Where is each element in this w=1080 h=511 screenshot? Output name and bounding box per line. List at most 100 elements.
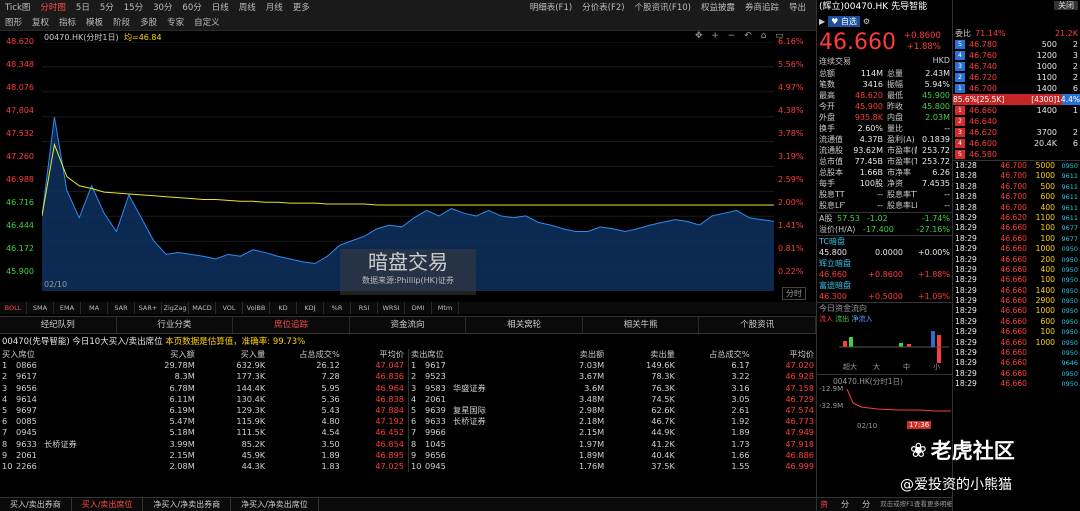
table-row[interactable]: 7 0945 5.18M 111.5K 4.54 46.452: [0, 427, 406, 438]
indicator-tab[interactable]: DMI: [405, 302, 432, 314]
period-tab[interactable]: 月线: [261, 0, 288, 15]
stat-row: 流通股93.62M市盈率(静)253.72: [819, 146, 950, 155]
bottom-tab[interactable]: 净买入/净卖出席位: [231, 498, 319, 511]
period-tab[interactable]: 更多: [288, 0, 315, 15]
community-watermark: ❀ 老虎社区: [910, 438, 1015, 463]
panel-tab[interactable]: 个股资讯: [699, 317, 817, 333]
indicator-tab[interactable]: Mtm: [432, 302, 459, 314]
indicator-tab[interactable]: MACD: [189, 302, 216, 314]
table-row[interactable]: 8 9633 长桥证券 3.99M 85.2K 3.50 46.854: [0, 439, 406, 450]
right-menu-item[interactable]: 权益披露: [696, 0, 740, 15]
side-tab[interactable]: 分价: [838, 498, 859, 511]
indicator-tab[interactable]: ZigZag: [162, 302, 189, 314]
prev-icon[interactable]: ▶: [819, 17, 825, 26]
tool-menu-item[interactable]: 专家: [162, 15, 189, 30]
tool-menu-item[interactable]: 阶段: [108, 15, 135, 30]
table-row[interactable]: 8 1045 1.97M 41.2K 1.73 47.918: [409, 439, 816, 450]
book-level[interactable]: 3 46.740 1000 2: [953, 61, 1080, 72]
tool-menu-item[interactable]: 模板: [81, 15, 108, 30]
table-row[interactable]: 6 0085 5.47M 115.9K 4.80 47.192: [0, 416, 406, 427]
period-tab[interactable]: 30分: [148, 0, 177, 15]
bottom-tab[interactable]: 买入/卖出席位: [72, 498, 144, 511]
add-watchlist-button[interactable]: ♥ 自选: [828, 15, 860, 27]
period-tab[interactable]: Tick图: [0, 0, 35, 15]
table-row[interactable]: 5 9639 复星国际 2.98M 62.6K 2.61 47.574: [409, 405, 816, 416]
indicator-tab[interactable]: EMA: [54, 302, 81, 314]
period-tab[interactable]: 60分: [177, 0, 206, 15]
right-menu-item[interactable]: 个股资讯(F10): [630, 0, 696, 15]
right-menu-item[interactable]: 明细表(F1): [525, 0, 577, 15]
indicator-tab[interactable]: VolBB: [243, 302, 270, 314]
tiger-logo-icon: ❀: [910, 438, 927, 462]
period-tab[interactable]: 分时图: [35, 0, 71, 15]
tool-menu-item[interactable]: 图形: [0, 15, 27, 30]
book-level[interactable]: 1 46.700 1400 6: [953, 83, 1080, 94]
bottom-tab[interactable]: 净买入/净卖出券商: [143, 498, 232, 511]
panel-tab[interactable]: 经纪队列: [0, 317, 117, 333]
tool-menu-item[interactable]: 多股: [135, 15, 162, 30]
panel-tab[interactable]: 资金流向: [350, 317, 467, 333]
right-menu-item[interactable]: 券商追踪: [740, 0, 784, 15]
table-row[interactable]: 2 9523 3.67M 78.3K 3.22 46.928: [409, 371, 816, 382]
table-row[interactable]: 4 2061 3.48M 74.5K 3.05 46.729: [409, 394, 816, 405]
indicator-tab[interactable]: KD: [270, 302, 297, 314]
trade-status: 连续交易: [819, 57, 851, 66]
period-tab[interactable]: 日线: [207, 0, 234, 15]
indicator-tab[interactable]: VOL: [216, 302, 243, 314]
bottom-tab[interactable]: 买入/卖出券商: [0, 498, 72, 511]
period-tab[interactable]: 15分: [119, 0, 148, 15]
table-row[interactable]: 1 0866 29.78M 632.9K 26.12 47.047: [0, 360, 406, 371]
table-row[interactable]: 3 9583 华盛证券 3.6M 76.3K 3.16 47.158: [409, 383, 816, 394]
indicator-tab[interactable]: MA: [81, 302, 108, 314]
tool-menu-item[interactable]: 指标: [54, 15, 81, 30]
table-row[interactable]: 5 9697 6.19M 129.3K 5.43 47.884: [0, 405, 406, 416]
side-tab[interactable]: 分时: [859, 498, 880, 511]
indicator-tab[interactable]: SAR+: [135, 302, 162, 314]
mini-line: [847, 388, 951, 412]
period-tab[interactable]: 周线: [234, 0, 261, 15]
indicator-tab[interactable]: WRSI: [378, 302, 405, 314]
period-tab[interactable]: 5分: [95, 0, 119, 15]
table-row[interactable]: 2 9617 8.3M 177.3K 7.28 46.836: [0, 371, 406, 382]
table-row[interactable]: 4 9614 6.11M 130.4K 5.36 46.838: [0, 394, 406, 405]
table-row[interactable]: 9 9656 1.89M 40.4K 1.66 46.886: [409, 450, 816, 461]
period-tab[interactable]: 5日: [71, 0, 95, 15]
trade-tick: 18:28 46.700 5000 0950: [955, 161, 1078, 170]
table-row[interactable]: 3 9656 6.78M 144.4K 5.95 46.964: [0, 383, 406, 394]
book-level[interactable]: 5 46.780 500 2: [953, 39, 1080, 50]
close-button[interactable]: 关闭: [1054, 1, 1078, 10]
book-level[interactable]: 2 46.720 1100 2: [953, 72, 1080, 83]
indicator-tab[interactable]: BOLL: [0, 302, 27, 314]
book-level[interactable]: 2 46.640: [953, 116, 1080, 127]
table-row[interactable]: 1 9617 7.03M 149.6K 6.17 47.020: [409, 360, 816, 371]
right-menu-item[interactable]: 分价表(F2): [577, 0, 629, 15]
table-row[interactable]: 9 2061 2.15M 45.9K 1.89 46.895: [0, 450, 406, 461]
table-row[interactable]: 6 9633 长桥证券 2.18M 46.7K 1.92 46.773: [409, 416, 816, 427]
book-level[interactable]: 3 46.620 3700 2: [953, 127, 1080, 138]
indicator-tab[interactable]: %R: [324, 302, 351, 314]
settings-icon[interactable]: ⚙: [863, 17, 870, 26]
chart-mode[interactable]: 分时: [782, 287, 806, 300]
indicator-tab[interactable]: SMA: [27, 302, 54, 314]
right-menu-item[interactable]: 导出: [784, 0, 811, 15]
panel-tab[interactable]: 席位追踪: [233, 317, 350, 333]
tool-menu-item[interactable]: 复权: [27, 15, 54, 30]
panel-tab[interactable]: 行业分类: [117, 317, 234, 333]
book-level[interactable]: 4 46.600 20.4K 6: [953, 138, 1080, 149]
tool-menu-item[interactable]: 自定义: [189, 15, 225, 30]
book-level[interactable]: 4 46.760 1200 3: [953, 50, 1080, 61]
trade-tick: 18:29 46.660 0950: [955, 379, 1078, 389]
panel-tab[interactable]: 相关窝轮: [466, 317, 583, 333]
table-row[interactable]: 10 2266 2.08M 44.3K 1.83 47.025: [0, 461, 406, 472]
chart-control-icons[interactable]: ✥ + − ↶ ⌂ ▭: [695, 31, 787, 41]
flow-bar: [931, 331, 935, 347]
book-level[interactable]: 1 46.660 1400 1: [953, 105, 1080, 116]
indicator-tab[interactable]: RSI: [351, 302, 378, 314]
table-row[interactable]: 10 0945 1.76M 37.5K 1.55 46.999: [409, 461, 816, 472]
indicator-tab[interactable]: KDJ: [297, 302, 324, 314]
table-row[interactable]: 7 9966 2.15M 44.9K 1.89 47.949: [409, 427, 816, 438]
book-level[interactable]: 5 46.580: [953, 149, 1080, 160]
side-tab[interactable]: 资金: [817, 498, 838, 511]
indicator-tab[interactable]: SAR: [108, 302, 135, 314]
panel-tab[interactable]: 相关牛熊: [583, 317, 700, 333]
